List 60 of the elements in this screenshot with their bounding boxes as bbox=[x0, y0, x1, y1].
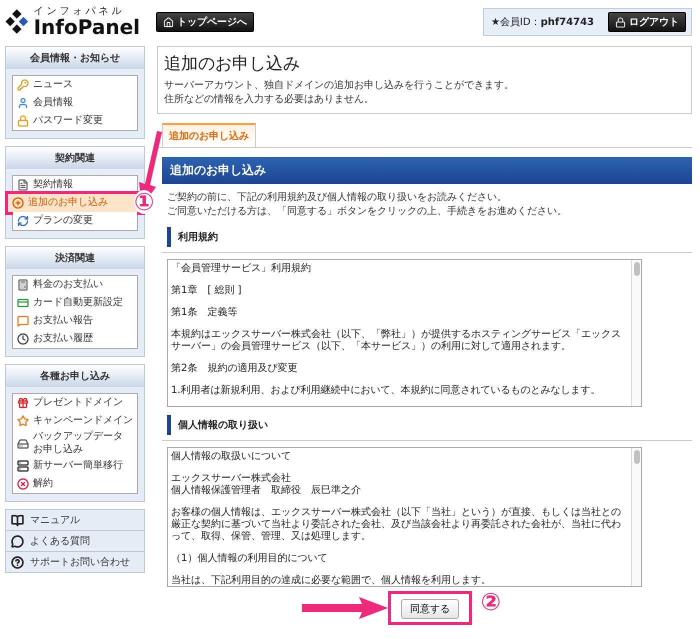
nav-group-title: 決済関連 bbox=[6, 247, 144, 269]
speech-bubble-icon bbox=[17, 315, 29, 327]
nav-item-line: バックアップデータ bbox=[33, 431, 123, 444]
scrollbar[interactable] bbox=[631, 260, 641, 406]
gift-icon bbox=[17, 397, 29, 409]
terms-paragraph: 1.利用者は新規利用、および利用継続中において、本規約に同意されているものとみなします。 bbox=[171, 385, 602, 397]
terms-paragraph: エックスサーバー株式会社 bbox=[171, 473, 292, 484]
lock-icon bbox=[615, 16, 626, 28]
nav-group-title: 契約関連 bbox=[6, 147, 144, 169]
nav-item-line: お申し込み bbox=[33, 444, 84, 456]
book-icon bbox=[11, 514, 24, 526]
clock-icon bbox=[17, 333, 29, 345]
calculator-icon bbox=[17, 279, 29, 291]
intro-text: ご契約の前に、下記の利用規約及び個人情報の取り扱いをお読みください。 bbox=[167, 191, 508, 205]
section-banner: 追加のお申し込み bbox=[162, 157, 692, 184]
person-icon bbox=[17, 97, 29, 109]
drive-icon bbox=[17, 438, 29, 450]
terms-paragraph: 「会員管理サービス」利用規約 bbox=[171, 263, 312, 275]
section-heading: 個人情報の取り扱い bbox=[167, 415, 692, 435]
terms-text-area[interactable] bbox=[167, 447, 642, 587]
terms-paragraph: 第2条 規約の適用及び変更 bbox=[171, 363, 298, 375]
terms-paragraph: 第1条 定義等 bbox=[171, 307, 238, 319]
plus-circle-icon bbox=[12, 197, 24, 209]
page-title: 追加のお申し込み bbox=[164, 53, 301, 75]
home-icon bbox=[163, 16, 174, 28]
help-link[interactable]: マニュアル bbox=[6, 510, 144, 530]
nav-group-title: 会員情報・お知らせ bbox=[6, 47, 144, 69]
terms-paragraph: 当社は、下記利用目的の達成に必要な範囲で、個人情報を利用します。 bbox=[171, 575, 492, 586]
key-icon bbox=[17, 79, 29, 91]
logo-kana: インフォパネル bbox=[34, 7, 126, 17]
help-icon bbox=[11, 556, 24, 568]
top-page-button[interactable]: トップページへ bbox=[156, 12, 254, 32]
lock-icon bbox=[17, 115, 29, 127]
terms-paragraph: 第1章 [ 総則 ] bbox=[171, 285, 243, 297]
speech-bubble-icon bbox=[11, 534, 24, 548]
card-icon bbox=[17, 297, 29, 309]
agree-button[interactable]: 同意する bbox=[401, 599, 459, 619]
member-id: ★会員ID：phf74743 bbox=[490, 16, 594, 29]
logo-text: InfoPanel bbox=[34, 17, 140, 37]
terms-paragraph: 個人情報の取扱いについて bbox=[171, 451, 292, 463]
terms-paragraph: 本規約はエックスサーバー株式会社（以下、「弊社」）が提供するホスティングサービス「エックスサーバー」の会員管理サービス（以下、「本サービス」）の利用に対して適用されます。 bbox=[171, 329, 622, 353]
x-circle-icon bbox=[17, 478, 29, 490]
refresh-icon bbox=[17, 215, 29, 227]
server-icon bbox=[17, 460, 29, 472]
intro-text: ご同意いただける方は、「同意する」ボタンをクリックの上、手続きをお進めください。 bbox=[167, 205, 568, 219]
help-link[interactable]: サポートお問い合わせ bbox=[6, 551, 144, 572]
terms-paragraph: （1）個人情報の利用目的について bbox=[171, 553, 328, 565]
terms-paragraph: 個人情報保護管理者 取締役 辰巳準之介 bbox=[171, 485, 362, 497]
page-description: サーバーアカウント、独自ドメインの追加お申し込みを行うことができます。 bbox=[164, 79, 515, 93]
star-icon bbox=[17, 415, 29, 427]
help-link[interactable]: よくある質問 bbox=[6, 530, 144, 551]
page-description: 住所などの情報を入力する必要はありません。 bbox=[164, 93, 375, 107]
terms-paragraph: お客様の個人情報は、エックスサーバー株式会社（以下「当社」という）が直接、もしくは当社との厳正な契約に基づいて当社より委託された会社、及び当該会社より再委託された会社が、当社に代わって、取得、保管、管理、又は処理します。 bbox=[171, 507, 622, 543]
terms-text-area[interactable]: 「会員管理サービス」利用規約 第1章 [ 総則 ] 第1条 定義等 本規約はエックスサーバー株式会社（以下、「弊社」）が提供するホスティングサービス「エックスサーバー」の会員管理サービス（以下、「本サービス」）の利用に対して適用されます。 第2条 規約の適用及び変更 1.利用者は新規利用、および利用継続中において、本規約に同意されているものとみなします。 bbox=[167, 259, 642, 407]
nav-group-title: 各種お申し込み bbox=[6, 365, 144, 387]
scrollbar[interactable] bbox=[631, 448, 641, 586]
document-icon bbox=[17, 179, 29, 191]
logout-button[interactable]: ログアウト bbox=[608, 12, 686, 32]
logo-icon bbox=[5, 9, 30, 35]
section-heading: 利用規約 bbox=[167, 227, 692, 247]
